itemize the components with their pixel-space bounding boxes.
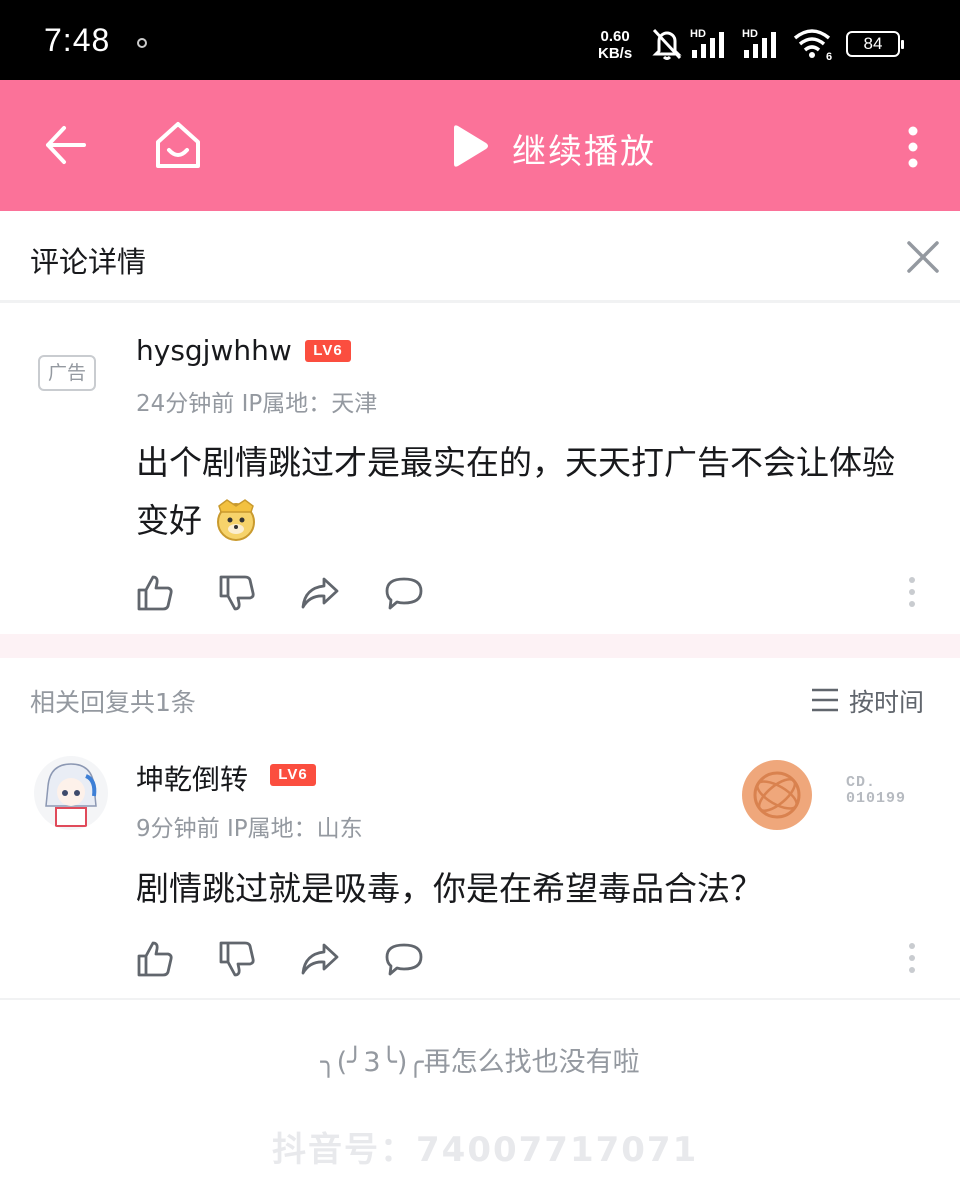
notification-dot-icon [137, 38, 147, 48]
signal-2-icon: HD [742, 28, 776, 58]
section-divider [0, 634, 960, 658]
main-comment-meta: 24分钟前 IP属地：天津 [136, 391, 378, 417]
status-bar: 7:48 0.60 KB/s HD HD 6 84 [0, 0, 960, 80]
network-speed-unit: KB/s [598, 45, 633, 62]
reply-icon[interactable] [384, 576, 424, 612]
fan-number-value: 010199 [846, 790, 907, 807]
comment-more-icon[interactable] [906, 576, 918, 608]
replies-count: 相关回复共1条 [30, 688, 196, 717]
reply-username[interactable]: 坤乾倒转 [136, 758, 248, 798]
reply-meta: 9分钟前 IP属地：山东 [136, 816, 363, 842]
main-comment-level-badge: LV6 [305, 340, 351, 362]
continue-play-title[interactable]: 继续播放 [512, 124, 656, 173]
sort-lines-icon[interactable] [810, 687, 840, 713]
play-icon[interactable] [450, 124, 490, 168]
back-arrow-icon[interactable] [44, 124, 86, 166]
wifi-label: 6 [826, 51, 832, 62]
signal-1-icon: HD [690, 28, 724, 58]
fan-medal-icon [742, 760, 812, 830]
home-icon[interactable] [154, 120, 202, 170]
main-comment-content: 出个剧情跳过才是最实在的，天天打广告不会让体验变好 [136, 434, 926, 550]
like-icon[interactable] [136, 574, 174, 612]
battery-indicator: 84 [846, 31, 904, 57]
mute-bell-icon [652, 28, 682, 60]
status-time: 7:48 [44, 22, 111, 58]
ad-badge: 广告 [38, 355, 96, 391]
doge-emoji-icon [216, 499, 255, 541]
fan-number: CD. 010199 [846, 775, 906, 807]
signal-1-label: HD [690, 28, 706, 40]
share-icon[interactable] [300, 576, 340, 610]
reply-content: 剧情跳过就是吸毒，你是在希望毒品合法？ [136, 869, 763, 908]
network-speed-value: 0.60 [600, 28, 630, 45]
top-bar: 继续播放 [0, 80, 960, 211]
reply-level-badge: LV6 [270, 764, 316, 786]
main-comment-username[interactable]: hysgjwhhw [136, 334, 292, 367]
reply-like-icon[interactable] [136, 940, 174, 978]
reply-share-icon[interactable] [300, 942, 340, 976]
watermark: 抖音号：74007717071 [272, 1130, 699, 1170]
reply-dislike-icon[interactable] [218, 940, 256, 978]
dislike-icon[interactable] [218, 574, 256, 612]
signal-2-label: HD [742, 28, 758, 40]
page-title: 评论详情 [30, 245, 147, 279]
list-end-divider [0, 998, 960, 1000]
network-speed: 0.60 KB/s [598, 28, 632, 62]
sort-by-time-button[interactable]: 按时间 [849, 683, 924, 719]
anime-avatar-icon [45, 763, 97, 827]
fan-label: CD. [846, 774, 877, 791]
more-vertical-icon[interactable] [906, 126, 920, 168]
end-of-list-text: ╮(╯3╰)╭再怎么找也没有啦 [320, 1047, 640, 1078]
wifi-icon: 6 [793, 29, 832, 62]
reply-reply-icon[interactable] [384, 942, 424, 978]
comment-detail-header: 评论详情 [0, 211, 960, 303]
close-icon[interactable] [906, 240, 940, 274]
avatar[interactable] [34, 756, 108, 830]
reply-more-icon[interactable] [906, 942, 918, 974]
